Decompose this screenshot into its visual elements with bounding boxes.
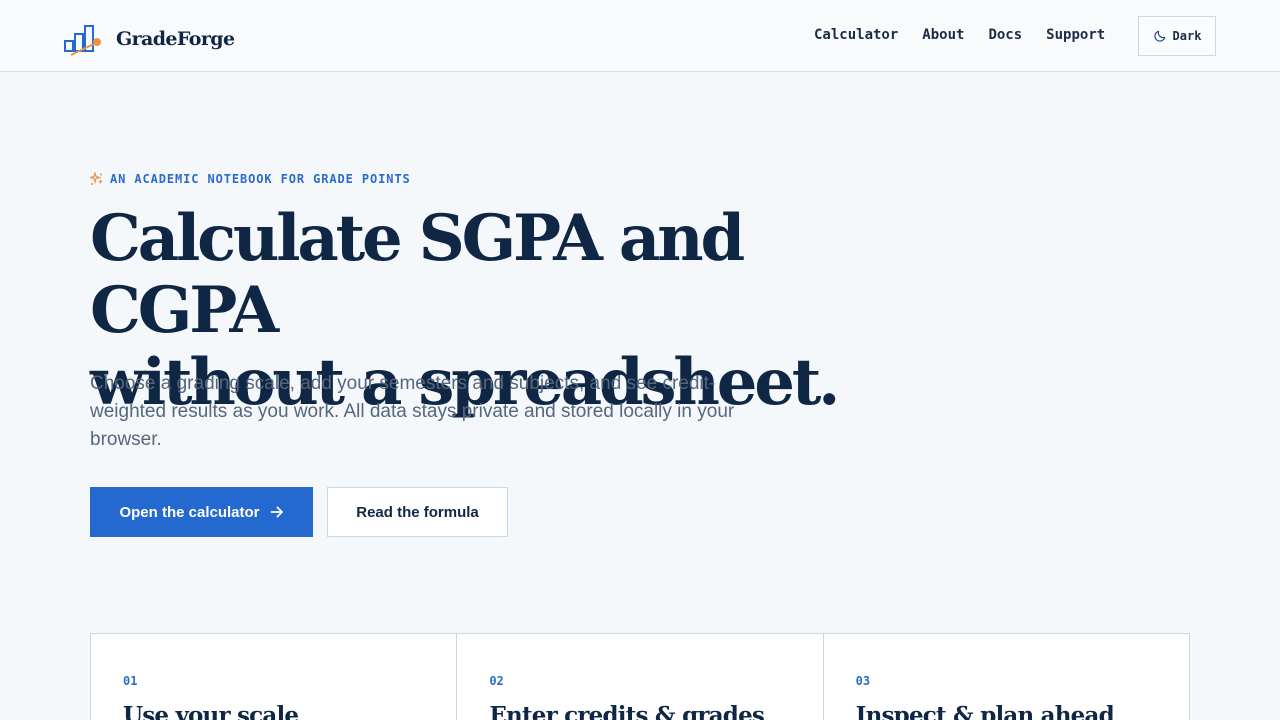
read-formula-button[interactable]: Read the formula — [327, 487, 508, 537]
theme-toggle-label: Dark — [1172, 29, 1202, 43]
step-card: 03 Inspect & plan ahead — [824, 634, 1189, 720]
nav-item-support[interactable]: Support — [1046, 27, 1105, 43]
moon-icon — [1153, 30, 1165, 42]
step-card: 01 Use your scale — [91, 634, 458, 720]
brand-logo[interactable]: GradeForge — [63, 22, 235, 56]
brand-name: GradeForge — [116, 28, 235, 50]
hero-eyebrow-text: AN ACADEMIC NOTEBOOK FOR GRADE POINTS — [110, 172, 411, 186]
step-number: 03 — [855, 674, 871, 688]
hero-subtitle: Choose a grading scale, add your semeste… — [90, 373, 735, 450]
step-number: 01 — [123, 674, 138, 688]
step-card: 02 Enter credits & grades — [457, 634, 824, 720]
step-number: 02 — [489, 674, 504, 688]
nav-item-about[interactable]: About — [922, 27, 964, 43]
site-header: GradeForge Calculator About Docs Support… — [0, 0, 1280, 72]
bar-chart-icon — [64, 25, 101, 56]
steps-panel: 01 Use your scale 02 Enter credits & gra… — [90, 633, 1190, 720]
open-calculator-label: Open the calculator — [119, 503, 260, 521]
nav-item-docs[interactable]: Docs — [988, 27, 1022, 43]
main-nav: Calculator About Docs Support — [814, 27, 1105, 43]
step-title: Inspect & plan ahead — [855, 702, 1115, 720]
arrow-right-icon — [270, 506, 283, 518]
step-title: Enter credits & grades — [489, 702, 765, 720]
sparkle-icon — [90, 172, 103, 185]
theme-toggle-button[interactable]: Dark — [1138, 16, 1216, 56]
nav-item-calculator[interactable]: Calculator — [814, 27, 898, 43]
step-title: Use your scale — [123, 702, 299, 720]
hero-title-line-1: Calculate SGPA and CGPA — [90, 201, 745, 348]
hero-eyebrow: AN ACADEMIC NOTEBOOK FOR GRADE POINTS — [90, 172, 411, 186]
open-calculator-button[interactable]: Open the calculator — [90, 487, 313, 537]
read-formula-label: Read the formula — [356, 503, 479, 521]
